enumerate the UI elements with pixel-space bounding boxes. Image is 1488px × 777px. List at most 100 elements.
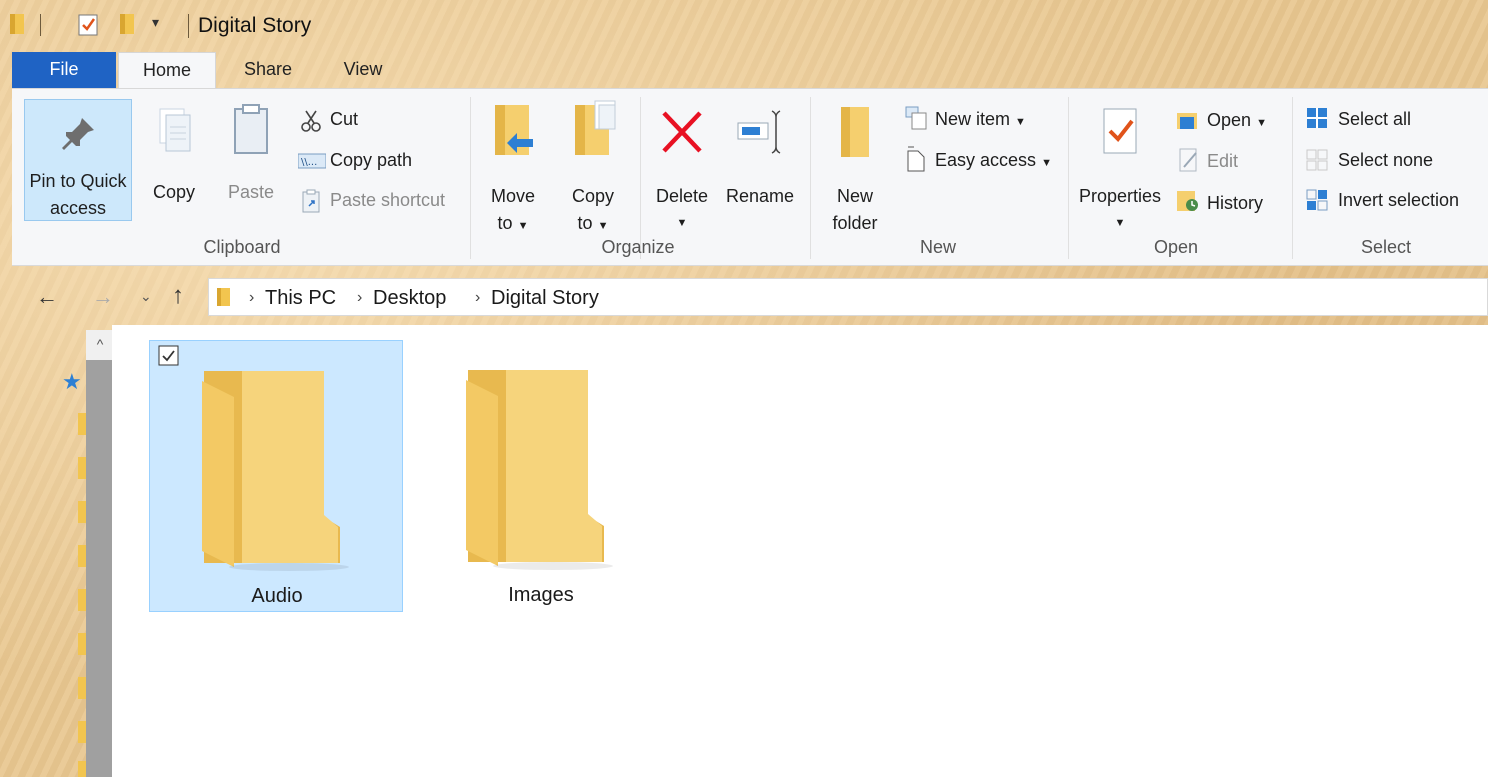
folder-item-images[interactable]: Images: [414, 340, 668, 612]
tab-view[interactable]: View: [322, 52, 404, 88]
rename-icon: [737, 110, 781, 154]
breadcrumb-digital-story[interactable]: Digital Story: [491, 287, 599, 310]
ribbon-tabs: File Home Share View: [0, 52, 1488, 90]
new-folder-label-line2: folder: [832, 213, 878, 233]
back-arrow-icon[interactable]: ←: [36, 284, 58, 310]
new-item-label: New item: [935, 109, 1011, 129]
delete-label: Delete: [655, 186, 709, 206]
properties-button[interactable]: Properties ▼: [1074, 99, 1166, 237]
cut-button[interactable]: Cut: [330, 109, 358, 130]
easy-access-button[interactable]: Easy access ▼: [935, 150, 1052, 171]
folder-name-images: Images: [508, 584, 574, 606]
new-item-icon: [905, 106, 927, 130]
forward-arrow-icon[interactable]: →: [92, 284, 114, 310]
breadcrumb-chevron-icon[interactable]: ›: [249, 289, 254, 307]
delete-x-icon: [662, 111, 702, 153]
history-button[interactable]: History: [1207, 193, 1263, 214]
group-separator: [470, 97, 471, 259]
properties-label: Properties: [1078, 186, 1162, 206]
copy-to-icon: [575, 100, 616, 155]
open-folder-icon: [1177, 113, 1197, 129]
window-title: Digital Story: [198, 14, 312, 37]
new-group-label: New: [919, 237, 956, 257]
new-folder-label-line1: New: [836, 186, 873, 206]
svg-text:\\...: \\...: [301, 157, 317, 168]
delete-button[interactable]: Delete ▼: [648, 99, 716, 237]
pin-to-quick-access-button[interactable]: Pin to Quick access: [24, 99, 132, 221]
title-bar: ▾ Digital Story: [0, 0, 1488, 52]
open-button[interactable]: Open ▼: [1207, 110, 1267, 131]
select-all-icon: [1307, 108, 1327, 128]
invert-selection-button[interactable]: Invert selection: [1338, 190, 1459, 211]
new-item-button[interactable]: New item ▼: [935, 109, 1026, 130]
folder-name-audio: Audio: [251, 585, 303, 607]
tab-file[interactable]: File: [12, 52, 116, 88]
selected-checkbox-icon[interactable]: [158, 345, 180, 367]
pin-label-line2: access: [49, 198, 107, 218]
customize-toolbar-icon[interactable]: ▾: [152, 14, 159, 31]
paste-label: Paste: [227, 182, 275, 202]
scissors-icon: [301, 110, 321, 132]
group-separator: [1292, 97, 1293, 259]
up-arrow-icon[interactable]: ↑: [172, 282, 184, 310]
quick-access-star-icon[interactable]: ★: [62, 369, 82, 395]
move-to-label-line1: Move: [490, 186, 535, 206]
folder-icon: [466, 370, 613, 570]
copy-to-label-text: to: [577, 213, 593, 233]
address-bar[interactable]: › This PC › Desktop › Digital Story: [208, 278, 1488, 316]
copy-to-label-line2: to ▼: [558, 210, 628, 240]
copy-to-label-line1: Copy: [571, 186, 615, 206]
clipboard-group-label: Clipboard: [203, 237, 281, 257]
properties-icon: [1103, 108, 1137, 154]
properties-check-icon[interactable]: [78, 13, 100, 37]
paste-shortcut-button[interactable]: Paste shortcut: [330, 190, 445, 211]
separator: [40, 14, 41, 36]
file-list: Audio Images: [112, 325, 1488, 777]
tab-home[interactable]: Home: [118, 52, 216, 90]
copy-button[interactable]: Copy: [146, 99, 202, 206]
navigation-bar: ← → ⌄ ↑ › This PC › Desktop › Digital St…: [0, 278, 1488, 318]
dropdown-arrow-icon: ▼: [1041, 157, 1052, 169]
copy-icon: [159, 108, 191, 152]
copy-path-button[interactable]: Copy path: [330, 150, 412, 171]
dropdown-arrow-icon: ▼: [597, 220, 609, 232]
clipboard-icon: [234, 104, 268, 154]
breadcrumb-chevron-icon[interactable]: ›: [357, 289, 362, 307]
move-to-icon: [495, 105, 533, 155]
breadcrumb-chevron-icon[interactable]: ›: [475, 289, 480, 307]
select-group-label: Select: [1360, 237, 1412, 257]
move-to-button[interactable]: Move to ▼: [478, 99, 548, 240]
edit-button[interactable]: Edit: [1207, 151, 1238, 172]
folder-icon: [10, 14, 24, 34]
breadcrumb-this-pc[interactable]: This PC: [265, 287, 336, 310]
new-folder-button[interactable]: New folder: [820, 99, 890, 237]
scroll-up-icon[interactable]: ^: [86, 330, 114, 360]
new-folder-icon: [841, 107, 869, 157]
copy-label: Copy: [152, 182, 196, 202]
select-all-button[interactable]: Select all: [1338, 109, 1411, 130]
organize-group-label: Organize: [601, 237, 675, 257]
easy-access-label: Easy access: [935, 150, 1037, 170]
new-folder-icon[interactable]: [120, 12, 136, 36]
ribbon: Pin to Quick access Copy Paste Cut \\...…: [12, 88, 1488, 266]
rename-label: Rename: [725, 186, 795, 206]
folder-icon: [202, 371, 349, 571]
rename-button[interactable]: Rename: [724, 99, 796, 210]
breadcrumb-desktop[interactable]: Desktop: [373, 287, 446, 310]
select-none-icon: [1306, 149, 1328, 171]
select-none-button[interactable]: Select none: [1338, 150, 1433, 171]
pin-label-line1: Pin to Quick: [29, 171, 127, 191]
nav-pane-scrollbar[interactable]: [86, 330, 114, 777]
invert-selection-icon: [1306, 189, 1328, 211]
copy-to-button[interactable]: Copy to ▼: [558, 99, 628, 240]
open-group-label: Open: [1153, 237, 1199, 257]
recent-locations-chevron-icon[interactable]: ⌄: [140, 288, 152, 305]
tab-share[interactable]: Share: [222, 52, 314, 88]
history-icon: [1177, 191, 1198, 211]
dropdown-arrow-icon: ▼: [1015, 116, 1026, 128]
folder-item-audio[interactable]: Audio: [149, 340, 403, 612]
paste-shortcut-icon: [302, 189, 320, 213]
paste-button[interactable]: Paste: [222, 99, 280, 206]
move-to-label-line2: to ▼: [478, 210, 548, 240]
group-separator: [1068, 97, 1069, 259]
